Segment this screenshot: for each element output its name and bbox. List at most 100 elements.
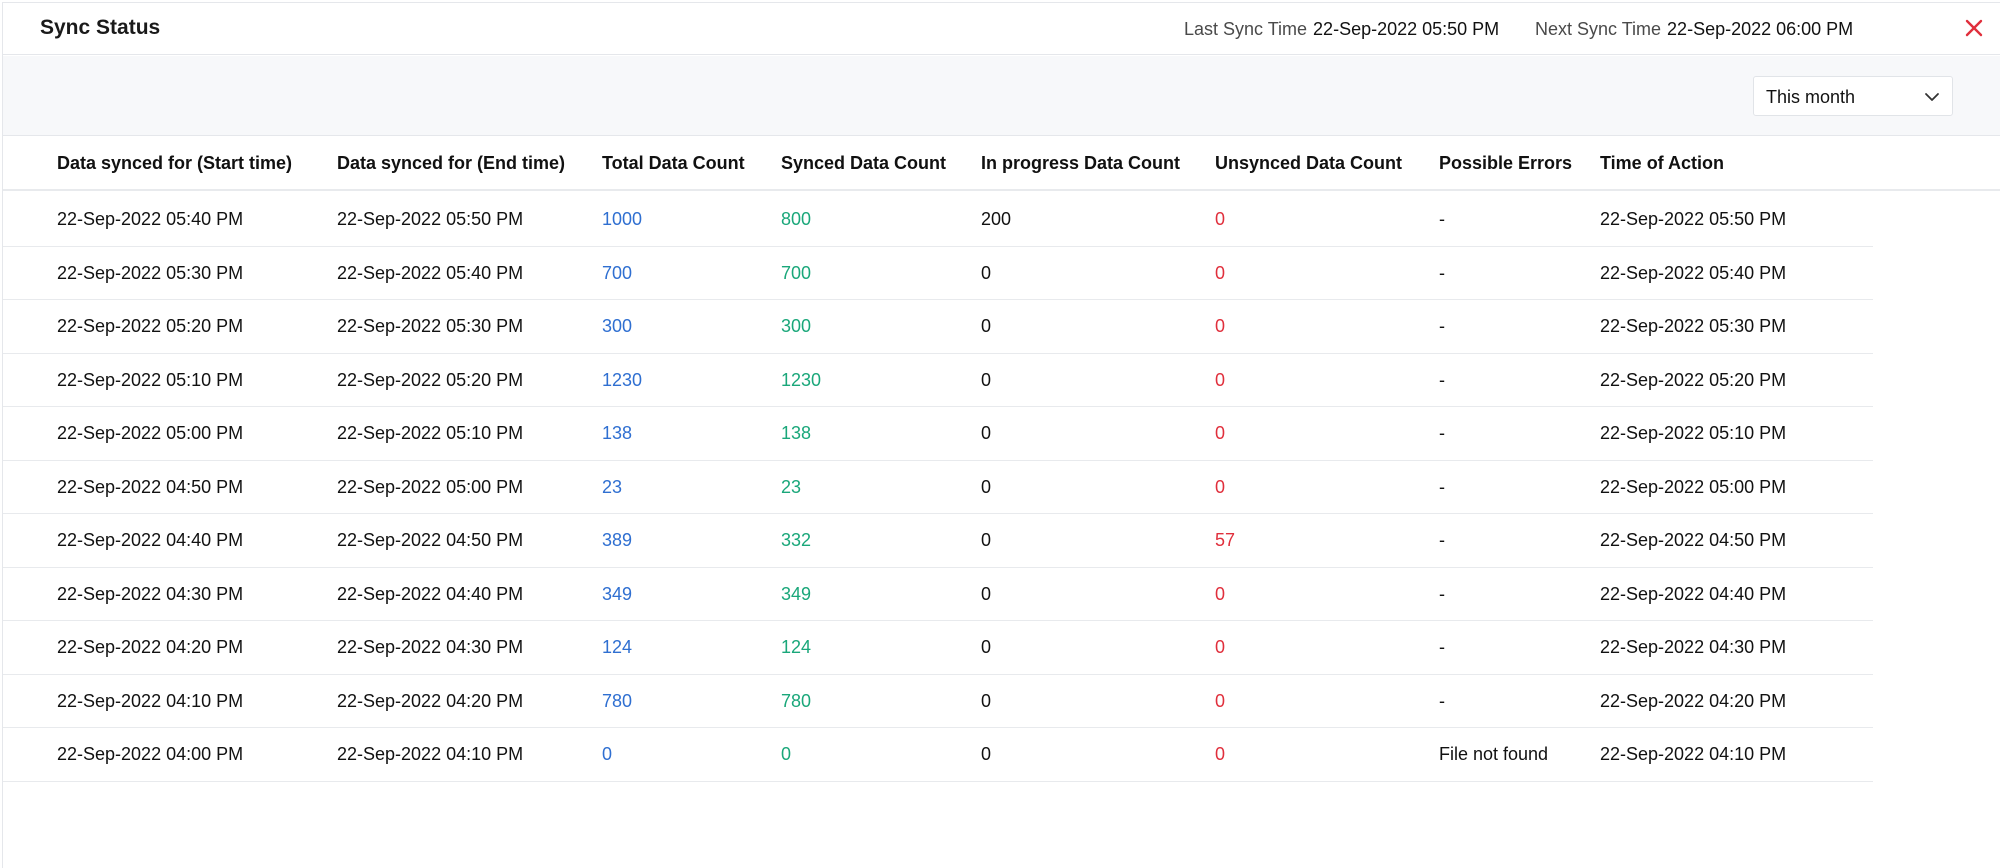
column-header-time-of-action: Time of Action	[1600, 153, 1725, 173]
cell-total-count: 700	[602, 262, 633, 283]
cell-total-count: 23	[602, 476, 623, 497]
cell-in-progress-count: 200	[981, 209, 1012, 229]
column-header-possible-errors: Possible Errors	[1439, 153, 1573, 173]
cell-synced-count: 700	[781, 262, 812, 283]
last-sync-info: Last Sync Time 22-Sep-2022 05:50 PM	[1184, 19, 1499, 40]
table-row: 22-Sep-2022 04:50 PM 22-Sep-2022 05:00 P…	[3, 461, 1873, 514]
cell-time-of-action: 22-Sep-2022 05:50 PM	[1600, 209, 1787, 229]
cell-synced-count: 300	[781, 316, 812, 336]
cell-unsynced-count: 0	[1215, 209, 1226, 229]
table-row: 22-Sep-2022 05:20 PM 22-Sep-2022 05:30 P…	[3, 300, 1873, 354]
table-row: 22-Sep-2022 04:10 PM 22-Sep-2022 04:20 P…	[3, 675, 1873, 728]
cell-possible-errors: -	[1439, 423, 1445, 443]
cell-possible-errors: -	[1439, 476, 1445, 497]
last-sync-value: 22-Sep-2022 05:50 PM	[1313, 19, 1500, 39]
cell-start-time: 22-Sep-2022 04:00 PM	[57, 744, 244, 764]
cell-in-progress-count: 0	[981, 690, 992, 711]
cell-total-count: 124	[602, 637, 633, 657]
cell-total-count: 300	[602, 316, 633, 336]
cell-possible-errors: -	[1439, 690, 1445, 711]
cell-time-of-action: 22-Sep-2022 05:00 PM	[1600, 476, 1787, 497]
cell-time-of-action: 22-Sep-2022 05:10 PM	[1600, 423, 1787, 443]
cell-synced-count: 800	[781, 209, 812, 229]
cell-total-count: 1000	[602, 209, 643, 229]
cell-end-time: 22-Sep-2022 05:20 PM	[337, 369, 524, 390]
table-row: 22-Sep-2022 04:20 PM 22-Sep-2022 04:30 P…	[3, 621, 1873, 675]
period-select-value: This month	[1766, 87, 1856, 107]
sync-status-panel: Sync Status Last Sync Time 22-Sep-2022 05…	[2, 2, 2000, 868]
table-row: 22-Sep-2022 04:00 PM 22-Sep-2022 04:10 P…	[3, 728, 1873, 782]
cell-end-time: 22-Sep-2022 04:10 PM	[337, 744, 524, 764]
cell-in-progress-count: 0	[981, 369, 992, 390]
cell-start-time: 22-Sep-2022 05:30 PM	[57, 262, 244, 283]
cell-start-time: 22-Sep-2022 04:50 PM	[57, 476, 244, 497]
chevron-down-icon	[1925, 93, 1939, 101]
cell-unsynced-count: 0	[1215, 583, 1226, 604]
cell-total-count: 389	[602, 530, 633, 550]
cell-synced-count: 332	[781, 530, 812, 550]
table-row: 22-Sep-2022 04:30 PM 22-Sep-2022 04:40 P…	[3, 568, 1873, 621]
cell-synced-count: 23	[781, 476, 802, 497]
table-row: 22-Sep-2022 05:00 PM 22-Sep-2022 05:10 P…	[3, 407, 1873, 461]
cell-in-progress-count: 0	[981, 316, 992, 336]
cell-total-count: 349	[602, 583, 633, 604]
cell-total-count: 780	[602, 690, 633, 711]
cell-unsynced-count: 0	[1215, 262, 1226, 283]
cell-unsynced-count: 0	[1215, 476, 1226, 497]
cell-in-progress-count: 0	[981, 262, 992, 283]
cell-unsynced-count: 0	[1215, 744, 1226, 764]
cell-unsynced-count: 0	[1215, 690, 1226, 711]
cell-unsynced-count: 0	[1215, 316, 1226, 336]
cell-end-time: 22-Sep-2022 05:40 PM	[337, 262, 524, 283]
next-sync-info: Next Sync Time 22-Sep-2022 06:00 PM	[1535, 19, 1853, 40]
next-sync-label: Next Sync Time	[1535, 19, 1662, 39]
table-body: 22-Sep-2022 05:40 PM 22-Sep-2022 05:50 P…	[3, 193, 1873, 782]
cell-start-time: 22-Sep-2022 04:20 PM	[57, 637, 244, 657]
cell-unsynced-count: 0	[1215, 637, 1226, 657]
close-button[interactable]	[1961, 15, 1987, 41]
cell-possible-errors: -	[1439, 262, 1445, 283]
cell-total-count: 0	[602, 744, 613, 764]
cell-possible-errors: -	[1439, 369, 1445, 390]
cell-total-count: 138	[602, 423, 633, 443]
cell-unsynced-count: 57	[1215, 530, 1236, 550]
cell-time-of-action: 22-Sep-2022 05:30 PM	[1600, 316, 1787, 336]
cell-start-time: 22-Sep-2022 05:00 PM	[57, 423, 244, 443]
cell-synced-count: 349	[781, 583, 812, 604]
cell-start-time: 22-Sep-2022 05:20 PM	[57, 316, 244, 336]
cell-possible-errors: File not found	[1439, 744, 1549, 764]
column-header-start-time: Data synced for (Start time)	[57, 153, 293, 173]
cell-unsynced-count: 0	[1215, 369, 1226, 390]
table-row: 22-Sep-2022 04:40 PM 22-Sep-2022 04:50 P…	[3, 514, 1873, 568]
close-icon	[1965, 19, 1983, 37]
cell-in-progress-count: 0	[981, 423, 992, 443]
column-header-in-progress-count: In progress Data Count	[981, 153, 1181, 173]
cell-start-time: 22-Sep-2022 05:40 PM	[57, 209, 244, 229]
cell-in-progress-count: 0	[981, 530, 992, 550]
table-header: Data synced for (Start time) Data synced…	[3, 137, 2000, 191]
cell-in-progress-count: 0	[981, 637, 992, 657]
cell-possible-errors: -	[1439, 316, 1445, 336]
cell-time-of-action: 22-Sep-2022 04:30 PM	[1600, 637, 1787, 657]
page-title: Sync Status	[40, 16, 161, 39]
filter-bar: This month	[3, 56, 2000, 136]
cell-time-of-action: 22-Sep-2022 04:40 PM	[1600, 583, 1787, 604]
cell-time-of-action: 22-Sep-2022 04:20 PM	[1600, 690, 1787, 711]
cell-synced-count: 124	[781, 637, 812, 657]
column-header-synced-count: Synced Data Count	[781, 153, 947, 173]
cell-end-time: 22-Sep-2022 04:40 PM	[337, 583, 524, 604]
cell-in-progress-count: 0	[981, 583, 992, 604]
last-sync-label: Last Sync Time	[1184, 19, 1308, 39]
cell-time-of-action: 22-Sep-2022 05:20 PM	[1600, 369, 1787, 390]
cell-time-of-action: 22-Sep-2022 04:50 PM	[1600, 530, 1787, 550]
cell-end-time: 22-Sep-2022 05:50 PM	[337, 209, 524, 229]
cell-in-progress-count: 0	[981, 476, 992, 497]
cell-possible-errors: -	[1439, 637, 1445, 657]
cell-end-time: 22-Sep-2022 04:30 PM	[337, 637, 524, 657]
cell-possible-errors: -	[1439, 209, 1445, 229]
cell-start-time: 22-Sep-2022 04:10 PM	[57, 690, 244, 711]
period-select[interactable]: This month	[1753, 76, 1953, 116]
cell-end-time: 22-Sep-2022 05:00 PM	[337, 476, 524, 497]
cell-synced-count: 1230	[781, 369, 822, 390]
cell-end-time: 22-Sep-2022 05:30 PM	[337, 316, 524, 336]
